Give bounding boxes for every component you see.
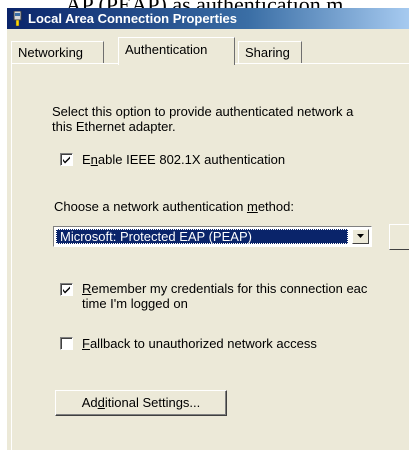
fallback-unauthorized-checkbox[interactable] (60, 337, 73, 350)
remember-credentials-label[interactable]: Remember my credentials for this connect… (82, 281, 367, 311)
tab-authentication[interactable]: Authentication (118, 37, 235, 65)
auth-method-dropdown[interactable]: Microsoft: Protected EAP (PEAP) (53, 226, 372, 247)
auth-method-selected-value: Microsoft: Protected EAP (PEAP) (56, 229, 348, 244)
chevron-down-icon (357, 234, 364, 238)
tab-sharing[interactable]: Sharing (238, 41, 302, 63)
checkmark-icon (63, 156, 70, 164)
title-bar[interactable]: Local Area Connection Properties (7, 8, 409, 29)
window-title: Local Area Connection Properties (28, 11, 238, 26)
enable-8021x-checkbox[interactable] (60, 153, 73, 166)
dropdown-arrow-button[interactable] (352, 229, 369, 244)
enable-8021x-label[interactable]: Enable IEEE 802.1X authentication (82, 152, 285, 168)
tab-strip: Networking Authentication Sharing (11, 37, 402, 65)
settings-button-partial[interactable] (389, 224, 409, 250)
tab-networking[interactable]: Networking (11, 41, 104, 63)
additional-settings-button[interactable]: Additional Settings... (55, 390, 227, 416)
network-adapter-icon (13, 10, 22, 27)
remember-credentials-checkbox[interactable] (60, 283, 73, 296)
authentication-description: Select this option to provide authentica… (52, 104, 353, 134)
description-line-1: Select this option to provide authentica… (52, 104, 354, 119)
auth-method-label: Choose a network authentication method: (54, 199, 294, 214)
screenshot: AP (PEAP) as authentication m Local Area… (0, 0, 409, 450)
fallback-unauthorized-label[interactable]: Fallback to unauthorized network access (82, 336, 317, 352)
description-line-2: this Ethernet adapter. (52, 119, 176, 134)
checkmark-icon (63, 286, 70, 294)
